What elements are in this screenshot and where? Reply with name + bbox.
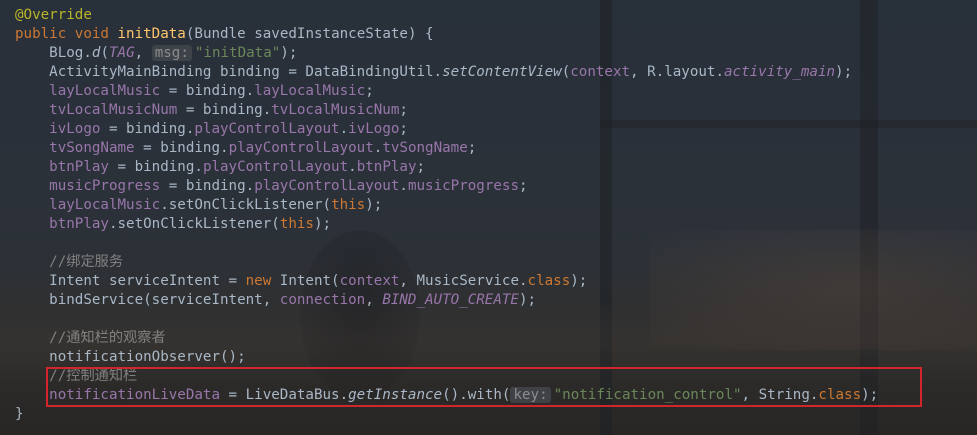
code-line[interactable]: bindService(serviceIntent, connection, B… — [15, 291, 536, 310]
constant-token: BIND_AUTO_CREATE — [382, 292, 519, 308]
code-line[interactable]: ActivityMainBinding binding = DataBindin… — [15, 63, 852, 82]
code-text: ); — [313, 216, 332, 232]
field-token: btnPlay — [356, 159, 417, 175]
keyword-token: new — [245, 273, 272, 289]
field-token: context — [570, 64, 631, 80]
field-token: playControlLayout — [194, 121, 340, 137]
code-text: ActivityMainBinding binding = DataBindin… — [49, 64, 443, 80]
field-token: layLocalMusic — [49, 197, 161, 213]
highlight-box — [46, 367, 922, 407]
keyword-token: void — [74, 26, 109, 42]
code-line[interactable]: Intent serviceIntent = new Intent(contex… — [15, 272, 587, 291]
code-text: . — [399, 178, 408, 194]
code-text: notificationObserver(); — [49, 349, 246, 365]
field-token: tvLocalMusicNum — [49, 102, 178, 118]
code-text: ( — [561, 64, 571, 80]
keyword-token: this — [279, 216, 314, 232]
code-text: , — [365, 292, 383, 308]
code-text: . — [339, 121, 349, 137]
keyword-token: this — [331, 197, 366, 213]
field-token: tvSongName — [49, 140, 135, 156]
keyword-token: public — [15, 26, 67, 42]
code-text: (Bundle savedInstanceState) { — [185, 26, 434, 42]
field-token: btnPlay — [49, 159, 109, 175]
parameter-hint: msg: — [151, 45, 192, 61]
code-text: ); — [365, 197, 383, 213]
code-text: ); — [518, 292, 537, 308]
code-line[interactable]: //通知栏的观察者 — [15, 329, 166, 348]
code-line[interactable]: //绑定服务 — [15, 253, 123, 272]
code-text: bindService(serviceIntent, — [49, 292, 280, 308]
code-text: = binding. — [160, 178, 255, 194]
code-text: = binding. — [134, 140, 229, 156]
keyword-token: class — [527, 273, 571, 289]
code-line[interactable]: musicProgress = binding.playControlLayou… — [15, 177, 528, 196]
background-sky-glow — [650, 230, 977, 350]
code-text: , MusicService. — [399, 273, 528, 289]
code-text: = binding. — [160, 83, 255, 99]
field-token: musicProgress — [49, 178, 161, 194]
field-token: tvLocalMusicNum — [271, 102, 400, 118]
field-token: connection — [279, 292, 366, 308]
code-text: ; — [416, 159, 426, 175]
field-token: btnPlay — [49, 216, 109, 232]
code-text: Intent serviceIntent = — [49, 273, 246, 289]
code-line[interactable]: layLocalMusic = binding.layLocalMusic; — [15, 82, 374, 101]
field-token: tvSongName — [382, 140, 468, 156]
comment-token: //绑定服务 — [49, 254, 124, 270]
code-line[interactable]: layLocalMusic.setOnClickListener(this); — [15, 196, 382, 215]
code-text: , R.layout. — [630, 64, 724, 80]
code-text: .setOnClickListener( — [108, 216, 280, 232]
code-line[interactable]: ivLogo = binding.playControlLayout.ivLog… — [15, 120, 408, 139]
code-text: = binding. — [177, 102, 272, 118]
code-text: ; — [399, 102, 408, 118]
code-text: .setOnClickListener( — [160, 197, 332, 213]
field-token: layLocalMusic — [49, 83, 161, 99]
code-text: BLog. — [49, 45, 92, 61]
field-token: context — [339, 273, 400, 289]
code-text: = binding. — [100, 121, 195, 137]
code-text: ; — [519, 178, 528, 194]
field-token: activity_main — [724, 64, 836, 80]
field-token: playControlLayout — [254, 178, 400, 194]
code-text: ; — [365, 83, 374, 99]
string-token: "initData" — [194, 45, 281, 61]
code-line[interactable]: tvSongName = binding.playControlLayout.t… — [15, 139, 476, 158]
code-line[interactable]: @Override — [15, 6, 92, 25]
background-window-frame — [600, 120, 977, 128]
code-text: , — [134, 45, 152, 61]
code-line[interactable]: tvLocalMusicNum = binding.tvLocalMusicNu… — [15, 101, 408, 120]
field-token: playControlLayout — [228, 140, 374, 156]
code-text: ); — [570, 273, 588, 289]
constant-token: TAG — [108, 45, 135, 61]
field-token: musicProgress — [407, 178, 519, 194]
code-line[interactable]: notificationObserver(); — [15, 348, 246, 367]
static-method-token: setContentView — [442, 64, 562, 80]
field-token: playControlLayout — [202, 159, 349, 175]
annotation-token: @Override — [15, 7, 92, 23]
code-text: . — [348, 159, 357, 175]
code-line[interactable]: btnPlay = binding.playControlLayout.btnP… — [15, 158, 425, 177]
code-text: ); — [835, 64, 853, 80]
code-line[interactable]: public void initData(Bundle savedInstanc… — [15, 25, 434, 44]
code-text: Intent( — [271, 273, 340, 289]
code-text: ); — [280, 45, 298, 61]
code-text: } — [15, 406, 24, 422]
code-line[interactable]: } — [15, 405, 24, 424]
field-token: ivLogo — [49, 121, 101, 137]
code-line[interactable]: BLog.d(TAG, msg: "initData"); — [15, 44, 297, 63]
code-text: ; — [399, 121, 408, 137]
code-text: = binding. — [108, 159, 203, 175]
field-token: ivLogo — [348, 121, 400, 137]
method-name-token: initData — [117, 26, 186, 42]
code-editor[interactable]: @Override public void initData(Bundle sa… — [0, 0, 977, 435]
code-text: ( — [100, 45, 109, 61]
code-line[interactable]: btnPlay.setOnClickListener(this); — [15, 215, 331, 234]
field-token: layLocalMusic — [254, 83, 366, 99]
code-text: ; — [467, 140, 477, 156]
comment-token: //通知栏的观察者 — [49, 330, 166, 346]
